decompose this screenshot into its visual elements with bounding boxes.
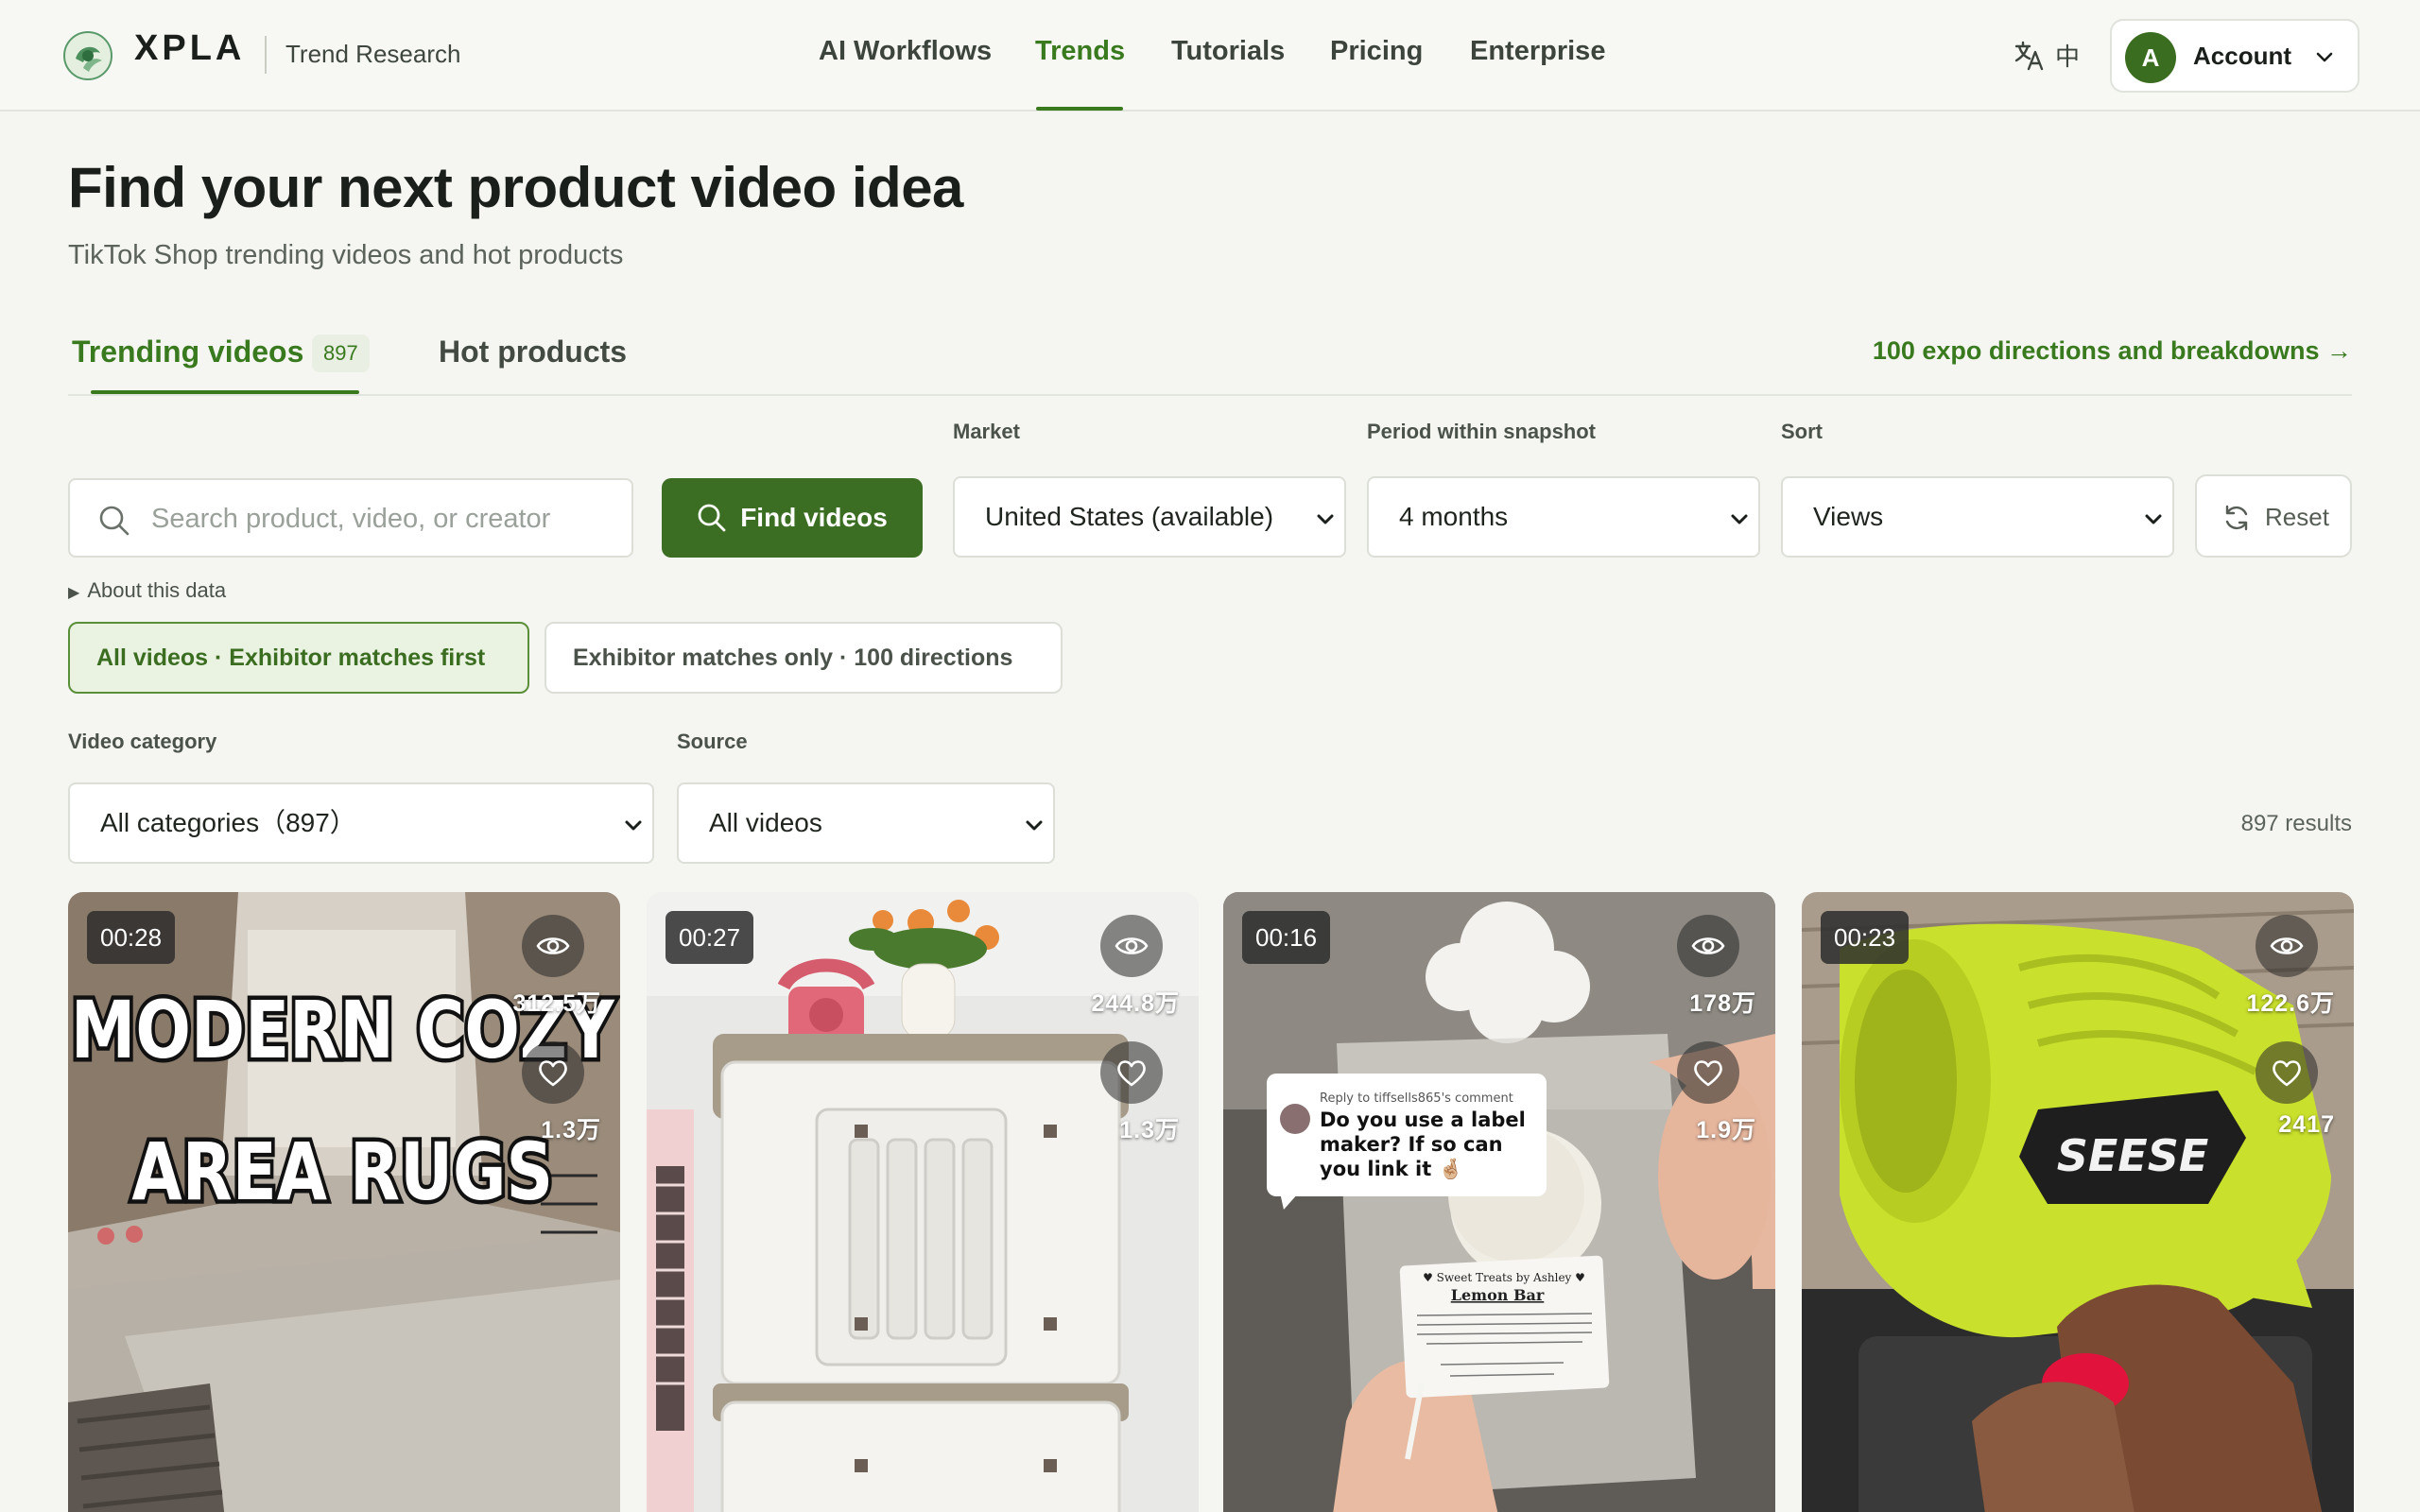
heart-icon — [539, 1060, 567, 1087]
sort-select[interactable]: Views — [1781, 476, 2174, 558]
views-button[interactable] — [1100, 915, 1163, 977]
eye-icon — [2270, 937, 2304, 954]
nav-trends[interactable]: Trends — [1035, 36, 1125, 67]
chevron-down-icon — [625, 820, 642, 831]
brand-subtitle: Trend Research — [285, 40, 461, 68]
nav-ai-workflows[interactable]: AI Workflows — [819, 36, 992, 67]
product-brand-text: SEESE — [2057, 1130, 2209, 1181]
comment-bubble-text: Do you use a label maker? If so can you … — [1320, 1108, 1526, 1180]
video-card[interactable]: SEESE 00:23 122.6万 2417 — [1802, 892, 2354, 1512]
page-subtitle: TikTok Shop trending videos and hot prod… — [68, 240, 624, 270]
market-label: Market — [953, 420, 1020, 443]
chip-all-videos[interactable]: All videos · Exhibitor matches first — [68, 622, 529, 694]
results-count: 897 results — [2240, 811, 2352, 836]
like-button[interactable] — [1100, 1041, 1163, 1104]
views-button[interactable] — [522, 915, 584, 977]
eye-icon — [1691, 937, 1725, 954]
likes-count: 1.9万 — [1696, 1117, 1756, 1143]
video-duration: 00:28 — [87, 911, 176, 964]
trending-count-badge: 897 — [312, 335, 370, 372]
chip-exhibitor-only[interactable]: Exhibitor matches only · 100 directions — [544, 622, 1063, 694]
source-select[interactable]: All videos — [677, 782, 1055, 864]
chevron-down-icon — [1026, 820, 1043, 831]
heart-icon — [1694, 1060, 1722, 1087]
brand-name[interactable]: XPLA — [134, 28, 245, 69]
views-count: 178万 — [1689, 990, 1756, 1017]
like-button[interactable] — [2256, 1041, 2318, 1104]
period-select[interactable]: 4 months — [1367, 476, 1760, 558]
account-menu-button[interactable]: A Account — [2110, 19, 2360, 93]
nav-active-indicator — [1036, 107, 1123, 111]
chevron-down-icon — [2316, 52, 2333, 62]
views-count: 122.6万 — [2246, 990, 2335, 1017]
page-title: Find your next product video idea — [68, 156, 963, 219]
nav-tutorials[interactable]: Tutorials — [1171, 36, 1285, 67]
xpla-logo-icon[interactable] — [62, 30, 113, 81]
find-videos-button[interactable]: Find videos — [662, 478, 923, 558]
label-product-text: Lemon Bar — [1451, 1286, 1545, 1304]
top-navigation-bar: XPLA Trend Research AI Workflows Trends … — [0, 0, 2420, 112]
views-count: 244.8万 — [1091, 990, 1180, 1017]
search-icon — [99, 506, 130, 536]
expo-directions-link[interactable]: 100 expo directions and breakdowns → — [1873, 336, 2352, 366]
sort-value: Views — [1813, 502, 1884, 531]
reset-label: Reset — [2265, 503, 2329, 531]
views-count: 312.5万 — [512, 990, 601, 1017]
chevron-down-icon — [2145, 514, 2162, 524]
video-card[interactable]: ♥ Sweet Treats by Ashley ♥ Lemon Bar Rep… — [1223, 892, 1775, 1512]
like-button[interactable] — [522, 1041, 584, 1104]
comment-reply-text: Reply to tiffsells865's comment — [1320, 1091, 1513, 1106]
language-label: 中 — [2055, 43, 2081, 71]
likes-count: 1.3万 — [1119, 1117, 1180, 1143]
nav-enterprise[interactable]: Enterprise — [1470, 36, 1605, 67]
account-label: Account — [2193, 42, 2291, 70]
source-label: Source — [677, 730, 748, 753]
views-button[interactable] — [1677, 915, 1739, 977]
label-brand-text: ♥ Sweet Treats by Ashley ♥ — [1423, 1271, 1585, 1284]
avatar: A — [2125, 32, 2176, 83]
category-select[interactable]: All categories（897） — [68, 782, 654, 864]
likes-count: 2417 — [2278, 1111, 2335, 1138]
market-select[interactable]: United States (available) — [953, 476, 1346, 558]
refresh-icon — [2225, 505, 2248, 531]
period-value: 4 months — [1399, 502, 1509, 531]
eye-icon — [536, 937, 570, 954]
sort-label: Sort — [1781, 420, 1823, 443]
category-label: Video category — [68, 730, 217, 753]
video-duration: 00:16 — [1242, 911, 1331, 964]
eye-icon — [1115, 937, 1149, 954]
about-data-label: About this data — [87, 578, 227, 602]
tabs-divider — [68, 394, 2352, 396]
category-value: All categories（897） — [100, 808, 356, 837]
language-switcher[interactable]: 中 — [2014, 38, 2080, 73]
heart-icon — [2273, 1060, 2301, 1087]
search-icon — [698, 504, 726, 532]
period-label: Period within snapshot — [1367, 420, 1597, 443]
video-card[interactable]: MODERN COZY AREA RUGS 00:28 312.5万 1.3万 — [68, 892, 620, 1512]
tab-trending-videos[interactable]: Trending videos — [72, 335, 303, 369]
video-duration: 00:27 — [666, 911, 754, 964]
source-value: All videos — [709, 808, 822, 837]
reset-button[interactable]: Reset — [2195, 474, 2352, 558]
video-card[interactable]: 00:27 244.8万 1.3万 — [647, 892, 1199, 1512]
likes-count: 1.3万 — [541, 1117, 601, 1143]
heart-icon — [1117, 1060, 1146, 1087]
search-input[interactable] — [151, 497, 614, 541]
chevron-down-icon — [1731, 514, 1748, 524]
search-field[interactable] — [68, 478, 633, 558]
about-data-toggle[interactable]: ▶ About this data — [68, 578, 226, 603]
triangle-right-icon: ▶ — [68, 585, 80, 601]
views-button[interactable] — [2256, 915, 2318, 977]
market-value: United States (available) — [985, 502, 1274, 531]
like-button[interactable] — [1677, 1041, 1739, 1104]
video-overlay-subtitle: AREA RUGS — [131, 1126, 553, 1218]
chevron-down-icon — [1317, 514, 1334, 524]
translate-icon — [2014, 41, 2044, 70]
nav-pricing[interactable]: Pricing — [1330, 36, 1423, 67]
find-videos-label: Find videos — [740, 503, 888, 532]
video-duration: 00:23 — [1821, 911, 1910, 964]
tab-hot-products[interactable]: Hot products — [439, 335, 627, 369]
brand-divider — [265, 36, 267, 74]
